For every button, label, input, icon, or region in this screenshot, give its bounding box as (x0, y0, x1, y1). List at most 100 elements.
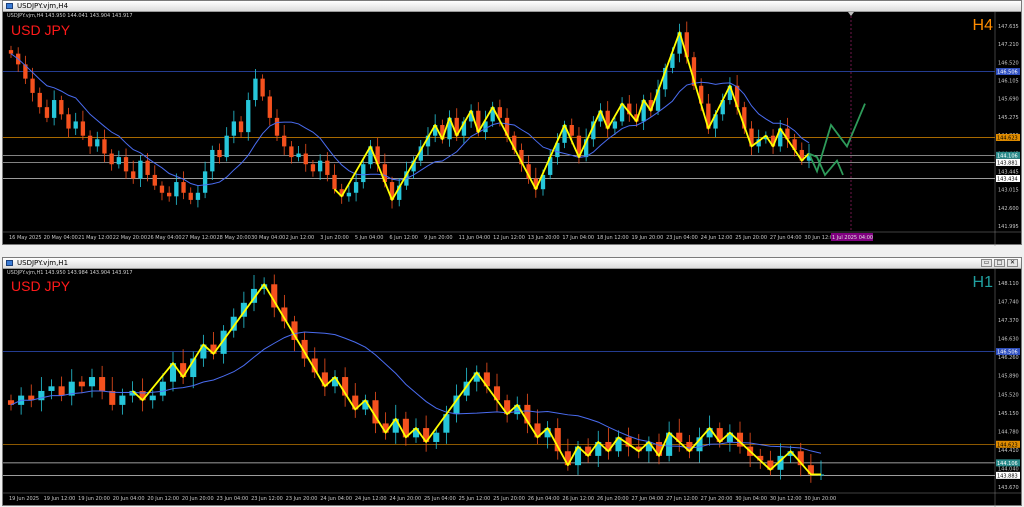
candle-body (95, 139, 100, 147)
candle-body (131, 171, 136, 179)
close-icon[interactable]: ✕ (1007, 259, 1018, 267)
price-tag-label: 144.106 (997, 461, 1018, 467)
time-tick-label: 19 Jun 20:00 (632, 235, 664, 241)
candle-body (612, 121, 618, 129)
candle-body (109, 153, 114, 165)
candle-body (145, 160, 150, 175)
candle-body (8, 50, 14, 54)
time-tick-label: 23 Jun 04:00 (217, 496, 249, 502)
h1-timeframe-label: H1 (972, 274, 993, 291)
price-tick-label: 148.110 (998, 281, 1019, 287)
h4-titlebar[interactable]: USDJPY.vjm,H4 (3, 1, 1021, 12)
candle-body (109, 390, 116, 405)
candle-body (99, 377, 106, 391)
price-tick-label: 146.520 (998, 60, 1019, 66)
h1-symbol-label: USD JPY (11, 278, 71, 294)
time-tick-label: 24 Jun 20:00 (389, 496, 421, 502)
time-tick-label: 24 Jun 12:00 (701, 235, 733, 241)
time-tick-label: 27 Jun 04:00 (770, 235, 802, 241)
h1-titlebar[interactable]: USDJPY.vjm,H1 ▭ □ ✕ (3, 258, 1021, 269)
time-tag-label: 1 Jul 2025 04:00 (832, 235, 873, 241)
h1-chart-area[interactable]: 148.110 147.740 147.370 146.630 146.260 145.8… (3, 269, 1021, 507)
time-tick-label: 26 Jun 04:00 (528, 496, 560, 502)
price-tick-label: 142.600 (998, 206, 1019, 212)
candle-body (37, 92, 42, 108)
price-tick-label: 145.150 (998, 411, 1019, 417)
h4-window-title: USDJPY.vjm,H4 (17, 2, 69, 10)
candle-body (87, 135, 93, 147)
time-tick-label: 26 Jun 20:00 (597, 496, 629, 502)
h4-timeframe-label: H4 (972, 17, 993, 34)
price-tick-label: 147.740 (998, 300, 1019, 306)
time-tick-label: 30 Jun 20:00 (804, 496, 836, 502)
time-tick-label: 26 Jun 12:00 (562, 496, 594, 502)
price-tick-label: 147.635 (998, 24, 1019, 30)
candle-body (116, 157, 121, 165)
chart-app-icon (6, 260, 13, 266)
h4-chart-window[interactable]: USDJPY.vjm,H4 147.635 147.210 146.520 146.1… (2, 0, 1022, 246)
candle-body (167, 192, 172, 197)
candle-body (123, 157, 129, 172)
price-tick-label: 144.040 (998, 466, 1019, 472)
candle-body (296, 153, 301, 158)
candle-body (88, 377, 96, 387)
candle-body (102, 139, 107, 154)
time-tick-label: 25 Jun 04:00 (424, 496, 456, 502)
zigzag-line (333, 31, 810, 201)
h1-chart-window[interactable]: USDJPY.vjm,H1 ▭ □ ✕ 148.110 147.740 147.37… (2, 257, 1022, 507)
candle-body (238, 121, 244, 133)
candle-body (246, 100, 251, 133)
time-tick-label: 27 Jun 12:00 (666, 496, 698, 502)
candle-body (73, 121, 78, 129)
time-tick-label: 5 Jun 04:00 (355, 235, 384, 241)
maximize-icon[interactable]: □ (994, 259, 1005, 267)
time-tick-label: 9 Jun 20:00 (424, 235, 453, 241)
candle-body (325, 160, 330, 175)
time-tick-label: 12 Jun 12:00 (493, 235, 525, 241)
candle-body (253, 78, 258, 101)
time-tick-label: 25 Jun 20:00 (735, 235, 767, 241)
price-tag-label: 144.106 (997, 153, 1018, 159)
price-tag-label: 144.623 (997, 135, 1018, 141)
time-tick-label: 24 Jun 04:00 (320, 496, 352, 502)
price-tag-label: 143.881 (997, 160, 1018, 166)
candle-body (267, 96, 272, 118)
price-tick-label: 146.630 (998, 337, 1019, 343)
time-tick-label: 24 Jun 12:00 (355, 496, 387, 502)
time-tick-label: 16 May 2025 (9, 235, 42, 241)
h1-ohlc-readout: USDJPY.vjm,H1 143.950 143.984 143.904 14… (7, 270, 133, 276)
time-tick-label: 21 May 12:00 (78, 235, 112, 241)
price-tick-label: 145.520 (998, 392, 1019, 398)
h1-chart-canvas[interactable]: 148.110 147.740 147.370 146.630 146.260 145.8… (3, 269, 1021, 507)
candle-body (210, 149, 215, 172)
h4-symbol-label: USD JPY (11, 22, 71, 38)
h1-window-title: USDJPY.vjm,H1 (17, 259, 69, 267)
price-tag-label: 143.434 (997, 177, 1018, 183)
candle-body (361, 164, 366, 183)
h4-chart-area[interactable]: 147.635 147.210 146.520 146.105 145.690 145.2… (3, 12, 1021, 246)
candle-body (51, 100, 57, 118)
time-tick-label: 30 May 04:00 (251, 235, 285, 241)
candle-body (174, 182, 179, 197)
candle-body (569, 125, 574, 136)
candle-body (353, 182, 359, 193)
price-tag-label: 144.623 (997, 442, 1018, 448)
minimize-icon[interactable]: ▭ (981, 259, 992, 267)
candle-body (181, 182, 186, 193)
price-tick-label: 143.015 (998, 188, 1019, 194)
candle-body (317, 160, 323, 172)
candle-body (58, 386, 65, 396)
price-tick-label: 146.260 (998, 355, 1019, 361)
candle-body (152, 174, 157, 186)
h1-window-buttons: ▭ □ ✕ (981, 259, 1018, 268)
candle-body (119, 395, 126, 405)
candle-body (289, 146, 294, 158)
time-tick-label: 3 Jun 20:00 (320, 235, 349, 241)
candle-body (48, 386, 55, 391)
candle-body (260, 78, 265, 97)
time-tick-label: 23 Jun 12:00 (251, 496, 283, 502)
candle-body (138, 160, 143, 179)
h4-chart-canvas[interactable]: 147.635 147.210 146.520 146.105 145.690 145.2… (3, 12, 1021, 246)
candle-body (159, 381, 166, 396)
candle-body (202, 171, 208, 193)
